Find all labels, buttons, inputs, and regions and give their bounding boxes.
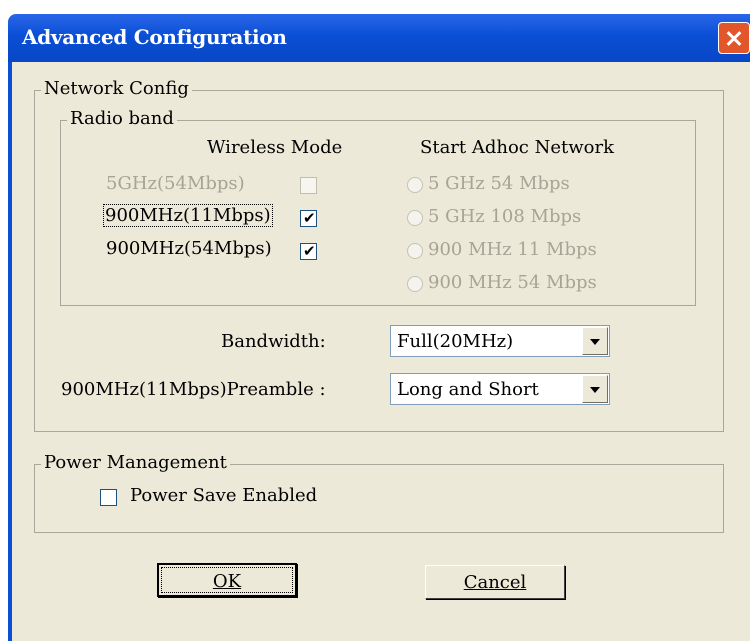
adhoc-header: Start Adhoc Network — [420, 137, 615, 158]
adhoc-900-54-radio[interactable] — [407, 276, 423, 292]
power-management-legend: Power Management — [41, 452, 230, 473]
adhoc-5ghz-54-radio[interactable] — [407, 177, 423, 193]
preamble-label: 900MHz(11Mbps)Preamble : — [61, 379, 326, 400]
bandwidth-value: Full(20MHz) — [397, 331, 514, 352]
adhoc-900-11-radio[interactable] — [407, 243, 423, 259]
power-save-label: Power Save Enabled — [130, 485, 318, 506]
network-config-legend: Network Config — [41, 78, 192, 99]
mode-900-54-label: 900MHz(54Mbps) — [106, 238, 272, 259]
title-bar[interactable]: Advanced Configuration — [8, 14, 750, 62]
power-management-group: Power Management Power Save Enabled — [34, 452, 724, 533]
power-save-checkbox[interactable] — [100, 489, 117, 506]
window-title: Advanced Configuration — [22, 25, 287, 49]
network-config-group: Network Config Radio band Wireless Mode … — [34, 78, 724, 432]
mode-5ghz-54-checkbox[interactable] — [300, 177, 317, 194]
bandwidth-select[interactable]: Full(20MHz) — [390, 325, 610, 357]
mode-900-11-label: 900MHz(11Mbps) — [103, 204, 273, 227]
mode-5ghz-54-label: 5GHz(54Mbps) — [106, 173, 245, 194]
cancel-button[interactable]: Cancel — [425, 565, 565, 599]
close-button[interactable] — [718, 22, 750, 54]
preamble-select[interactable]: Long and Short — [390, 373, 610, 405]
adhoc-900-54-label: 900 MHz 54 Mbps — [428, 272, 597, 293]
ok-button[interactable]: OK — [157, 563, 297, 597]
radio-band-legend: Radio band — [67, 108, 177, 129]
mode-900-11-checkbox[interactable]: ✔ — [300, 210, 317, 227]
preamble-value: Long and Short — [397, 379, 539, 400]
dialog-window: Advanced Configuration Network Config Ra… — [8, 0, 750, 641]
wireless-mode-header: Wireless Mode — [207, 137, 343, 158]
radio-band-group: Radio band Wireless Mode Start Adhoc Net… — [60, 108, 696, 306]
chevron-down-icon[interactable] — [582, 327, 608, 355]
mode-900-54-checkbox[interactable]: ✔ — [300, 243, 317, 260]
chevron-down-icon[interactable] — [582, 375, 608, 403]
adhoc-5ghz-108-label: 5 GHz 108 Mbps — [428, 206, 582, 227]
bandwidth-label: Bandwidth: — [221, 331, 326, 352]
dialog-body: Network Config Radio band Wireless Mode … — [8, 62, 750, 641]
adhoc-5ghz-108-radio[interactable] — [407, 210, 423, 226]
adhoc-900-11-label: 900 MHz 11 Mbps — [428, 239, 597, 260]
adhoc-5ghz-54-label: 5 GHz 54 Mbps — [428, 173, 570, 194]
